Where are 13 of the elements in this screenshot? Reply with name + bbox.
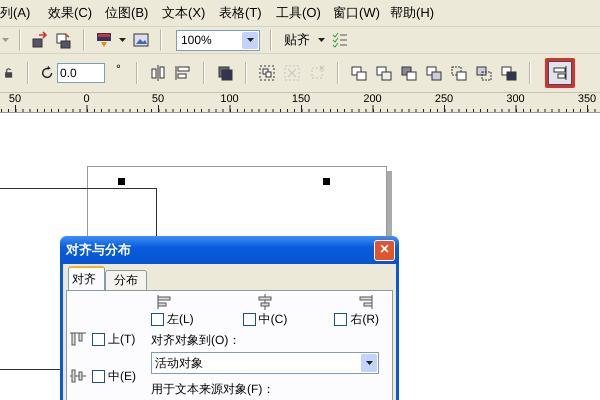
ruler-label: 50	[152, 93, 164, 105]
align-to-label: 对齐对象到(O)：	[151, 332, 242, 349]
ruler-label: 100	[220, 93, 239, 105]
ruler-label: 350	[578, 93, 596, 105]
ruler-label: 200	[363, 93, 382, 105]
text-source-label: 用于文本来源对象(F)：	[151, 381, 276, 398]
dialog-title: 对齐与分布	[66, 241, 131, 259]
ruler-label: 0	[83, 93, 90, 105]
ruler-label: 300	[506, 93, 525, 105]
degree-sign: °	[115, 62, 122, 76]
ruler-label: 150	[292, 93, 310, 105]
ruler-label: 250	[434, 93, 454, 105]
ruler-label: 50	[8, 93, 22, 105]
